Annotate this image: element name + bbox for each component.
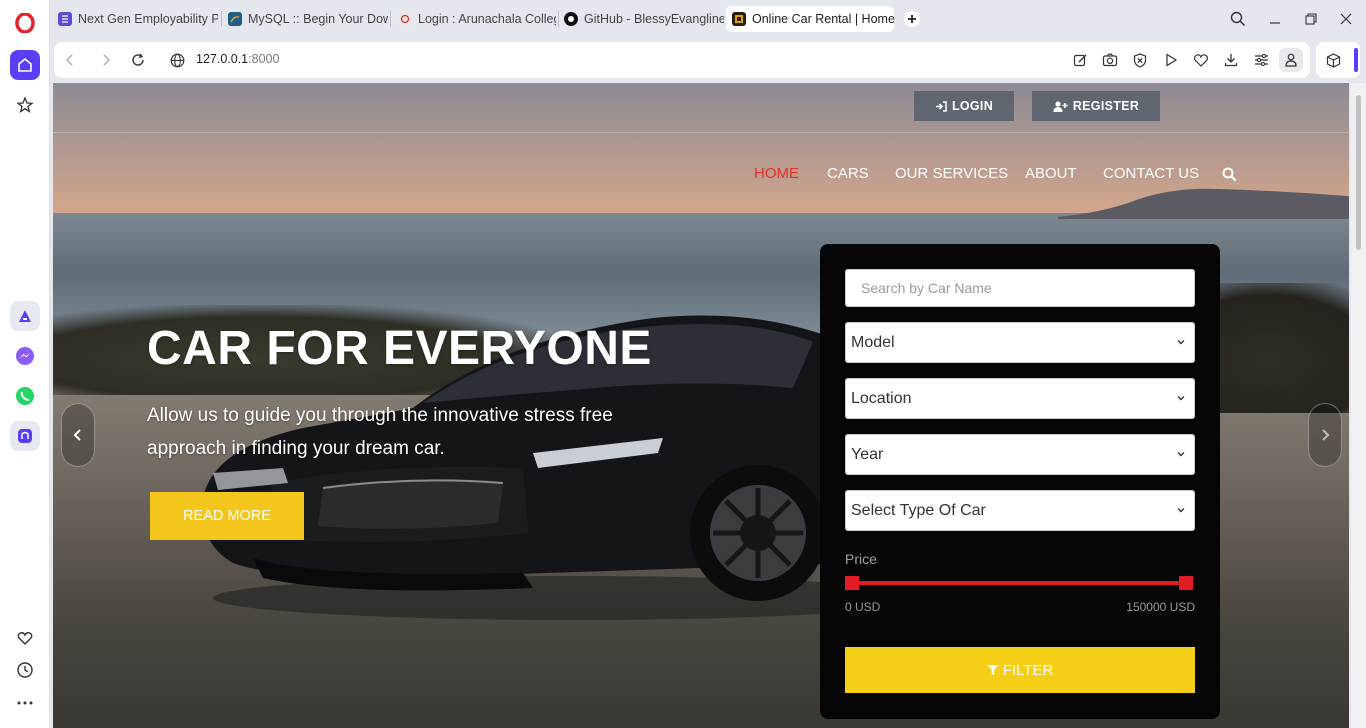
filter-button[interactable]: FILTER — [845, 647, 1195, 693]
nav-cars[interactable]: CARS — [827, 165, 869, 182]
nav-contact-us[interactable]: CONTACT US — [1103, 165, 1199, 182]
home-icon[interactable] — [10, 50, 40, 80]
model-select-value: Model — [851, 333, 895, 351]
nav-about[interactable]: ABOUT — [1025, 165, 1077, 182]
browser-sidebar — [0, 0, 50, 728]
location-select-value: Location — [851, 389, 912, 407]
island-silhouette — [1058, 188, 1349, 219]
back-icon[interactable] — [60, 50, 80, 70]
year-select[interactable]: Year — [845, 434, 1195, 475]
car-name-search-input[interactable]: Search by Car Name — [845, 269, 1195, 307]
nav-home[interactable]: HOME — [754, 165, 799, 182]
login-label: LOGIN — [951, 99, 994, 113]
easy-setup-icon[interactable] — [1251, 50, 1271, 70]
minimize-button[interactable] — [1263, 8, 1287, 30]
favorites-heart-icon[interactable] — [10, 623, 40, 653]
price-min-handle[interactable] — [845, 576, 859, 590]
car-type-select-value: Select Type Of Car — [851, 501, 986, 519]
forward-icon[interactable] — [96, 50, 116, 70]
opera-logo-icon[interactable] — [10, 8, 40, 38]
download-icon[interactable] — [1221, 50, 1241, 70]
url-host: 127.0.0.1 — [196, 52, 249, 66]
mysql-icon — [228, 12, 242, 26]
close-window-button[interactable] — [1334, 8, 1358, 30]
address-bar: 127.0.0.1:8000 — [54, 42, 1310, 78]
snapshot-camera-icon[interactable] — [1100, 50, 1120, 70]
tab-divider — [390, 11, 391, 27]
chevron-left-icon — [73, 429, 81, 441]
login-button[interactable]: LOGIN — [914, 91, 1014, 121]
price-max-handle[interactable] — [1179, 576, 1193, 590]
list-icon — [58, 12, 72, 26]
new-tab-button[interactable] — [900, 8, 924, 30]
bookmarks-star-icon[interactable] — [10, 90, 40, 120]
site-icon — [732, 12, 746, 26]
filter-button-label: FILTER — [1002, 661, 1054, 679]
scrollbar-thumb[interactable] — [1356, 95, 1361, 250]
tab-label: Next Gen Employability Pr — [78, 12, 218, 26]
college-icon — [398, 12, 412, 26]
hero-subtitle: Allow us to guide you through the innova… — [147, 405, 613, 459]
bookmark-heart-icon[interactable] — [1191, 50, 1211, 70]
funnel-icon — [987, 665, 999, 675]
tab-mysql[interactable]: MySQL :: Begin Your Down — [222, 6, 388, 32]
page-scrollbar[interactable] — [1351, 83, 1366, 728]
history-clock-icon[interactable] — [10, 655, 40, 685]
tab-arunachala[interactable]: Login : Arunachala College — [392, 6, 556, 32]
chevron-down-icon — [1177, 396, 1185, 401]
chevron-down-icon — [1177, 340, 1185, 345]
search-icon[interactable] — [1222, 167, 1237, 186]
chevron-down-icon — [1177, 452, 1185, 457]
profile-icon[interactable] — [1279, 48, 1303, 72]
location-select[interactable]: Location — [845, 378, 1195, 419]
url-port: :8000 — [248, 52, 280, 66]
price-min-value: 0 USD — [845, 600, 881, 614]
chevron-down-icon — [1177, 508, 1185, 513]
music-player-icon[interactable] — [10, 421, 40, 451]
restore-button[interactable] — [1299, 8, 1323, 30]
tab-next-gen[interactable]: Next Gen Employability Pr — [52, 6, 218, 32]
price-max-value: 150000 USD — [1126, 600, 1195, 614]
web-page: LOGIN REGISTER HOME CARS OUR SERVICES AB… — [53, 83, 1349, 728]
github-icon — [564, 12, 578, 26]
tab-car-rental[interactable]: Online Car Rental | Home — [726, 6, 894, 32]
carousel-prev-button[interactable] — [61, 403, 95, 467]
tab-label: Login : Arunachala College — [418, 12, 556, 26]
nav-our-services[interactable]: OUR SERVICES — [895, 165, 1008, 182]
car-type-select[interactable]: Select Type Of Car — [845, 490, 1195, 531]
aria-icon[interactable] — [10, 301, 40, 331]
whatsapp-icon[interactable] — [10, 381, 40, 411]
messenger-icon[interactable] — [10, 341, 40, 371]
extensions-area — [1316, 42, 1360, 78]
model-select[interactable]: Model — [845, 322, 1195, 363]
user-plus-icon — [1053, 100, 1068, 112]
register-label: REGISTER — [1072, 99, 1140, 113]
price-label: Price — [845, 551, 877, 567]
reload-icon[interactable] — [128, 50, 148, 70]
register-button[interactable]: REGISTER — [1032, 91, 1160, 121]
hero-title: CAR FOR EVERYONE — [147, 322, 652, 375]
adblock-shield-icon[interactable] — [1130, 50, 1150, 70]
url-text[interactable]: 127.0.0.1:8000 — [196, 52, 279, 66]
tab-search-icon[interactable] — [1226, 8, 1250, 30]
year-select-value: Year — [851, 445, 884, 463]
tab-github[interactable]: GitHub - BlessyEvangline/ — [558, 6, 724, 32]
play-icon[interactable] — [1161, 50, 1181, 70]
edit-page-icon[interactable] — [1070, 50, 1090, 70]
more-options-icon[interactable] — [10, 688, 40, 718]
carousel-next-button[interactable] — [1308, 403, 1342, 467]
tab-label: GitHub - BlessyEvangline/ — [584, 12, 724, 26]
sidebar-indicator — [1354, 48, 1358, 72]
car-filter-panel: Search by Car Name Model Location Year S… — [820, 244, 1220, 719]
read-more-button[interactable]: READ MORE — [150, 492, 304, 540]
globe-icon[interactable] — [167, 50, 187, 70]
tab-label: MySQL :: Begin Your Down — [248, 12, 388, 26]
sign-in-icon — [935, 100, 947, 112]
price-range-track[interactable] — [851, 581, 1185, 585]
chevron-right-icon — [1322, 429, 1330, 441]
tab-label: Online Car Rental | Home — [752, 12, 894, 26]
tab-bar: Next Gen Employability Pr MySQL :: Begin… — [50, 0, 1366, 40]
extensions-cube-icon[interactable] — [1323, 50, 1343, 70]
